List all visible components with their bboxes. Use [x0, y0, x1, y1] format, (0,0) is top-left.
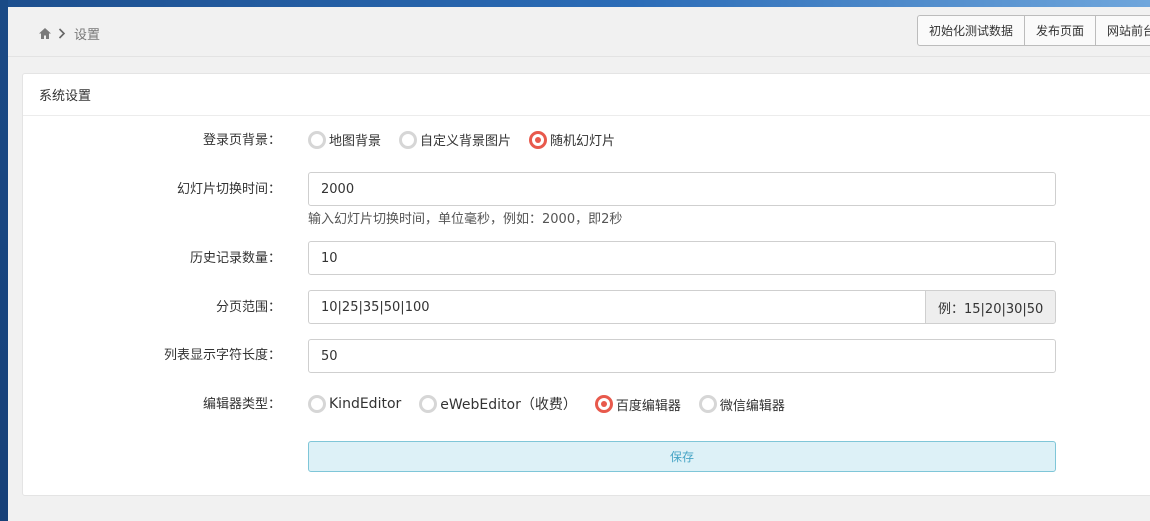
radio-baidu-editor[interactable]: 百度编辑器	[594, 395, 681, 414]
radio-label: KindEditor	[329, 396, 402, 412]
radio-label: 百度编辑器	[615, 398, 681, 414]
chevron-right-icon	[58, 27, 66, 39]
history-count-label: 历史记录数量：	[189, 251, 281, 266]
login-bg-label: 登录页背景：	[202, 133, 281, 148]
editor-type-label: 编辑器类型：	[202, 397, 281, 412]
main-content: 设置 初始化测试数据 发布页面 网站前台 系统设置 登录页背景： 地图背景 自定…	[8, 7, 1150, 521]
radio-label: 微信编辑器	[719, 398, 785, 414]
settings-panel: 系统设置 登录页背景： 地图背景 自定义背景图片 随机幻灯片 幻灯片切换时间： …	[22, 73, 1150, 496]
history-count-input[interactable]	[308, 241, 1056, 275]
radio-label: 自定义背景图片	[420, 134, 512, 149]
list-length-label: 列表显示字符长度：	[163, 348, 281, 363]
home-icon[interactable]	[38, 27, 52, 40]
save-button[interactable]: 保存	[308, 441, 1056, 472]
radio-kindeditor[interactable]: KindEditor	[308, 395, 401, 413]
radio-checked-icon	[529, 130, 548, 149]
radio-circle-icon	[308, 130, 326, 149]
init-test-data-button[interactable]: 初始化测试数据	[917, 15, 1026, 46]
radio-ewebeditor[interactable]: eWebEditor（收费）	[419, 394, 577, 414]
editor-type-radios: KindEditor eWebEditor（收费） 百度编辑器 微信编辑器	[308, 394, 803, 414]
top-actions: 初始化测试数据 发布页面 网站前台	[917, 15, 1150, 46]
page-range-label: 分页范围：	[215, 300, 281, 315]
panel-title: 系统设置	[23, 74, 1150, 116]
breadcrumb: 设置	[38, 23, 100, 43]
radio-circle-icon	[308, 395, 326, 413]
radio-label: 地图背景	[329, 134, 382, 149]
radio-map-bg[interactable]: 地图背景	[308, 130, 381, 149]
radio-label: 随机幻灯片	[550, 134, 616, 149]
radio-wechat-editor[interactable]: 微信编辑器	[698, 395, 785, 414]
site-frontend-button[interactable]: 网站前台	[1095, 15, 1150, 46]
window-top-strip	[0, 0, 1150, 7]
page-range-input[interactable]	[308, 290, 925, 324]
publish-page-button[interactable]: 发布页面	[1024, 15, 1097, 46]
slide-interval-input[interactable]	[308, 172, 1056, 206]
radio-custom-bg[interactable]: 自定义背景图片	[399, 130, 511, 149]
slide-interval-help: 输入幻灯片切换时间，单位毫秒，例如：2000，即2秒	[308, 212, 623, 227]
radio-circle-icon	[698, 395, 717, 413]
radio-label: eWebEditor（收费）	[440, 397, 577, 413]
slide-interval-label: 幻灯片切换时间：	[176, 182, 281, 197]
radio-circle-icon	[419, 395, 438, 413]
window-left-strip	[0, 0, 8, 521]
page-range-example: 例：15|20|30|50	[925, 290, 1056, 324]
radio-random-slides[interactable]: 随机幻灯片	[529, 130, 615, 149]
login-bg-radios: 地图背景 自定义背景图片 随机幻灯片	[308, 130, 633, 149]
page-range-group: 例：15|20|30|50	[308, 290, 1056, 324]
radio-checked-icon	[594, 395, 613, 413]
list-length-input[interactable]	[308, 339, 1056, 373]
radio-circle-icon	[399, 130, 418, 149]
breadcrumb-current: 设置	[74, 27, 101, 43]
breadcrumb-bar: 设置 初始化测试数据 发布页面 网站前台	[8, 7, 1150, 57]
